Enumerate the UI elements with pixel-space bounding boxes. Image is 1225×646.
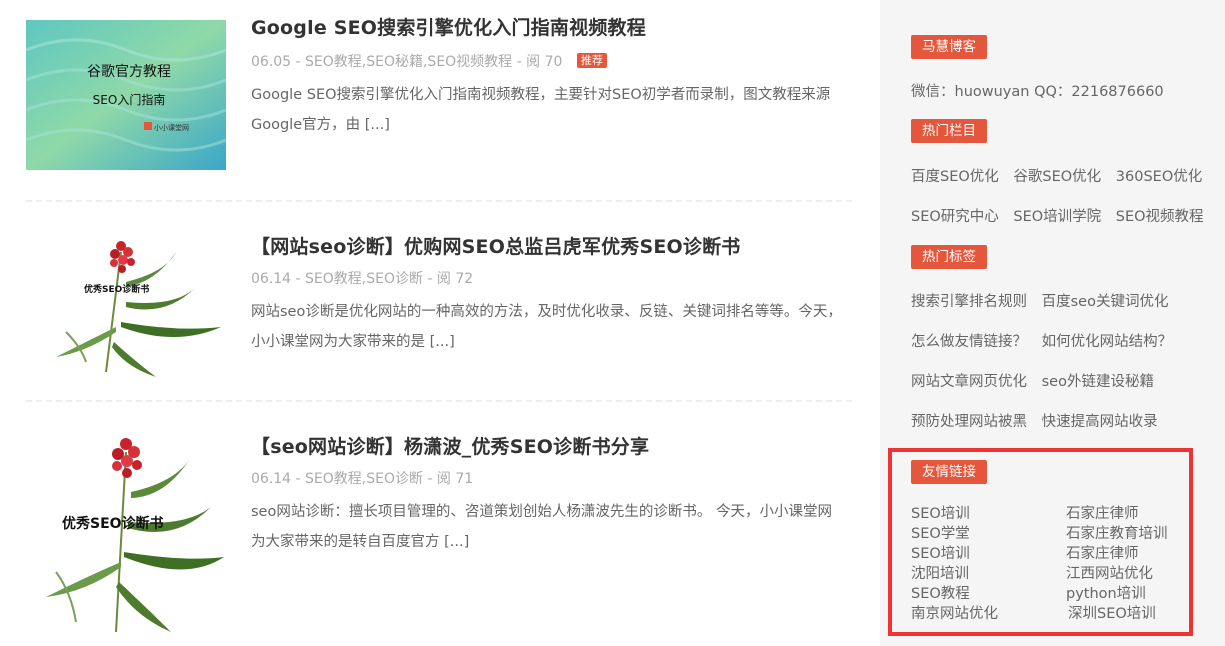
thumb-text-line: 谷歌官方教程 (87, 64, 171, 80)
hot-tag-link[interactable]: 网站文章网页优化 (911, 374, 1027, 390)
friend-link[interactable]: 江西网站优化 (1066, 564, 1153, 584)
friend-link[interactable]: SEO培训 (911, 544, 970, 564)
widget-title-hot-columns: 热门栏目 (911, 119, 987, 143)
hot-tags-row: 预防处理网站被黑 快速提高网站收录 (911, 410, 1168, 431)
friend-link[interactable]: python培训 (1066, 584, 1146, 604)
article-excerpt: 网站seo诊断是优化网站的一种高效的方法，及时优化收录、反链、关键词排名等等。今… (251, 297, 846, 357)
read-more-link[interactable]: [...] (444, 534, 469, 550)
hot-tag-link[interactable]: 如何优化网站结构？ (1042, 334, 1173, 350)
article-list: 谷歌官方教程 SEO入门指南 小小课堂网 Google SEO搜索引擎优化入门指… (0, 0, 880, 646)
hot-column-link[interactable]: SEO研究中心 (911, 209, 999, 225)
widget-title-blog: 马慧博客 (911, 35, 987, 59)
article-meta: 06.14 - SEO教程,SEO诊断 - 阅 72 (251, 268, 473, 288)
read-more-link[interactable]: [...] (430, 334, 455, 350)
article-meta-text: 06.14 - SEO教程,SEO诊断 - 阅 72 (251, 271, 474, 287)
friend-link[interactable]: 深圳SEO培训 (1068, 604, 1156, 624)
hot-column-link[interactable]: 360SEO优化 (1116, 169, 1202, 185)
divider (26, 400, 852, 402)
article-excerpt: Google SEO搜索引擎优化入门指南视频教程，主要针对SEO初学者而录制，图… (251, 80, 846, 140)
widget-title-hot-tags: 热门标签 (911, 245, 987, 269)
article-item: 优秀SEO诊断书 【seo网站诊断】杨潇波_优秀SEO诊断书分享 06.14 -… (26, 432, 852, 637)
thumb-text-line: SEO入门指南 (93, 92, 166, 107)
hot-columns-row: 百度SEO优化 谷歌SEO优化 360SEO优化 (911, 165, 1212, 186)
hot-tag-link[interactable]: 百度seo关键词优化 (1042, 294, 1169, 310)
article-thumbnail[interactable]: 优秀SEO诊断书 (26, 432, 226, 637)
hot-column-link[interactable]: 谷歌SEO优化 (1013, 169, 1101, 185)
hot-tag-link[interactable]: 预防处理网站被黑 (911, 414, 1027, 430)
article-title[interactable]: 【网站seo诊断】优购网SEO总监吕虎军优秀SEO诊断书 (251, 232, 740, 259)
article-excerpt-text: 网站seo诊断是优化网站的一种高效的方法，及时优化收录、反链、关键词排名等等。今… (251, 304, 842, 350)
thumb-text-line: 优秀SEO诊断书 (62, 515, 164, 532)
article-title[interactable]: Google SEO搜索引擎优化入门指南视频教程 (251, 13, 646, 40)
friend-link[interactable]: SEO学堂 (911, 524, 970, 544)
article-meta-text: 06.14 - SEO教程,SEO诊断 - 阅 71 (251, 471, 474, 487)
article-meta-text: 06.05 - SEO教程,SEO秘籍,SEO视频教程 - 阅 70 (251, 54, 563, 70)
hot-tags-row: 搜索引擎排名规则 百度seo关键词优化 (911, 290, 1178, 311)
thumb-text-line: 优秀SEO诊断书 (84, 283, 149, 295)
article-title[interactable]: 【seo网站诊断】杨潇波_优秀SEO诊断书分享 (251, 432, 649, 459)
friend-link[interactable]: 石家庄教育培训 (1066, 524, 1168, 544)
hot-tag-link[interactable]: 快速提高网站收录 (1042, 414, 1158, 430)
article-excerpt-text: seo网站诊断：擅长项目管理的、咨道策划创始人杨潇波先生的诊断书。 今天，小小课… (251, 504, 832, 550)
recommend-badge: 推荐 (576, 53, 607, 68)
friend-link[interactable]: SEO培训 (911, 504, 970, 524)
article-thumbnail[interactable]: 优秀SEO诊断书 (26, 232, 226, 382)
contact-info: 微信：huowuyan QQ：2216876660 (911, 84, 1164, 100)
hot-tag-link[interactable]: 搜索引擎排名规则 (911, 294, 1027, 310)
friend-link[interactable]: 沈阳培训 (911, 564, 969, 584)
friend-link[interactable]: 石家庄律师 (1066, 504, 1139, 524)
article-meta: 06.05 - SEO教程,SEO秘籍,SEO视频教程 - 阅 70 推荐 (251, 51, 607, 71)
article-excerpt-text: Google SEO搜索引擎优化入门指南视频教程，主要针对SEO初学者而录制，图… (251, 87, 831, 133)
article-item: 谷歌官方教程 SEO入门指南 小小课堂网 Google SEO搜索引擎优化入门指… (26, 17, 852, 170)
hot-column-link[interactable]: SEO培训学院 (1013, 209, 1101, 225)
hot-tag-link[interactable]: seo外链建设秘籍 (1042, 374, 1154, 390)
hot-column-link[interactable]: SEO视频教程 (1116, 209, 1204, 225)
hot-tag-link[interactable]: 怎么做友情链接？ (911, 334, 1027, 350)
hot-tags-row: 怎么做友情链接？ 如何优化网站结构？ (911, 330, 1182, 351)
article-item: 优秀SEO诊断书 【网站seo诊断】优购网SEO总监吕虎军优秀SEO诊断书 06… (26, 232, 852, 382)
friend-link[interactable]: SEO教程 (911, 584, 970, 604)
article-excerpt: seo网站诊断：擅长项目管理的、咨道策划创始人杨潇波先生的诊断书。 今天，小小课… (251, 497, 846, 557)
thumb-brand: 小小课堂网 (154, 123, 189, 132)
hot-column-link[interactable]: 百度SEO优化 (911, 169, 999, 185)
friend-link[interactable]: 南京网站优化 (911, 604, 998, 624)
hot-tags-row: 网站文章网页优化 seo外链建设秘籍 (911, 370, 1164, 391)
divider (26, 200, 852, 202)
hot-columns-row: SEO研究中心 SEO培训学院 SEO视频教程 (911, 205, 1214, 226)
article-thumbnail[interactable]: 谷歌官方教程 SEO入门指南 小小课堂网 (26, 20, 226, 170)
friend-link[interactable]: 石家庄律师 (1066, 544, 1139, 564)
article-meta: 06.14 - SEO教程,SEO诊断 - 阅 71 (251, 468, 473, 488)
read-more-link[interactable]: [...] (365, 117, 390, 133)
